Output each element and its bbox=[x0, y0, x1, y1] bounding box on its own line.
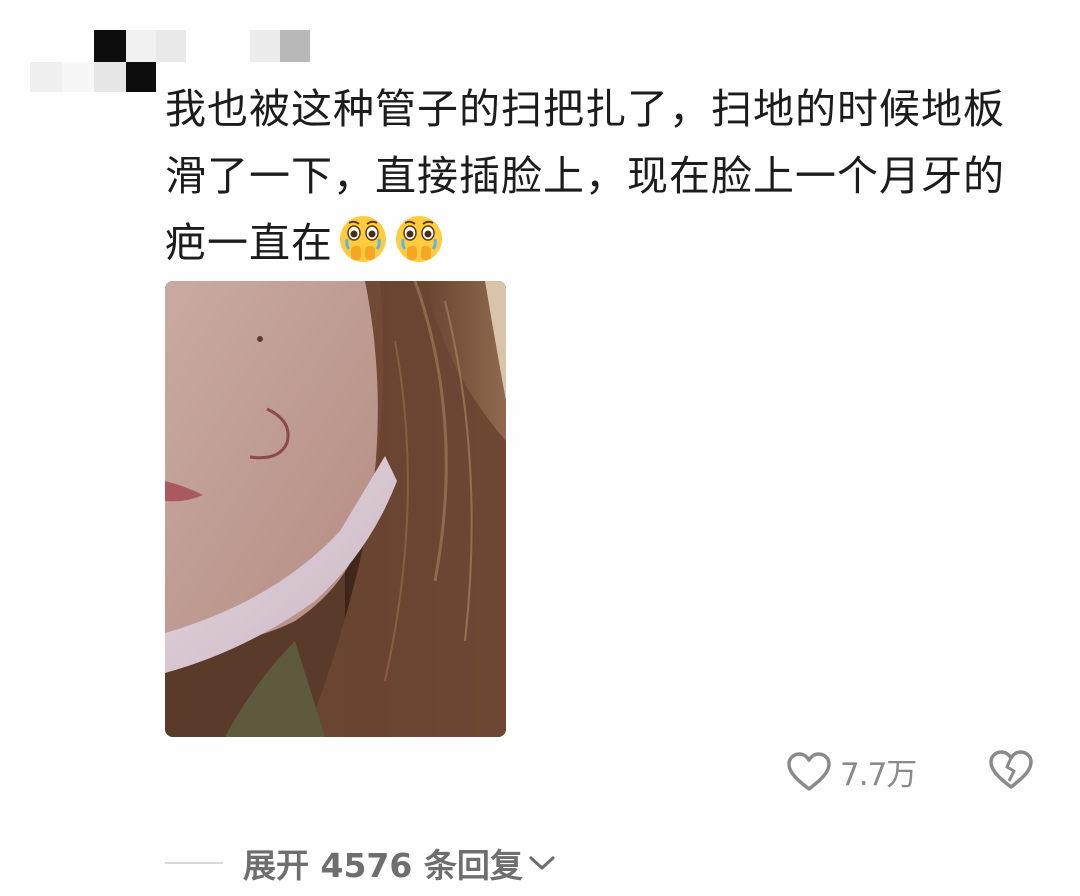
comment-card: 我也被这种管子的扫把扎了，扫地的时候地板 滑了一下，直接插脸上，现在脸上一个月牙… bbox=[0, 0, 1080, 896]
expand-replies-button[interactable]: 展开 4576 条回复 bbox=[165, 838, 557, 888]
heart-outline-icon bbox=[787, 751, 831, 791]
crying-covering-mouth-emoji bbox=[396, 216, 442, 262]
dislike-button[interactable] bbox=[988, 749, 1034, 795]
comment-actions: 7.7万 bbox=[0, 745, 1080, 801]
divider-line bbox=[165, 862, 223, 864]
comment-line-1: 我也被这种管子的扫把扎了，扫地的时候地板 bbox=[165, 85, 1005, 133]
like-count: 7.7万 bbox=[840, 757, 917, 793]
comment-text: 我也被这种管子的扫把扎了，扫地的时候地板 滑了一下，直接插脸上，现在脸上一个月牙… bbox=[165, 76, 1035, 277]
comment-line-2: 滑了一下，直接插脸上，现在脸上一个月牙的 bbox=[165, 152, 1005, 200]
broken-heart-icon bbox=[989, 750, 1033, 789]
expand-replies-label: 展开 4576 条回复 bbox=[243, 846, 523, 885]
face-scar-photo bbox=[165, 281, 506, 737]
comment-photo[interactable] bbox=[165, 281, 506, 737]
crying-covering-mouth-emoji bbox=[340, 216, 386, 262]
like-button[interactable]: 7.7万 bbox=[786, 749, 917, 794]
comment-line-3-text: 疤一直在 bbox=[165, 219, 333, 267]
comment-line-3: 疤一直在 bbox=[165, 210, 1035, 277]
chevron-down-icon bbox=[529, 856, 555, 870]
